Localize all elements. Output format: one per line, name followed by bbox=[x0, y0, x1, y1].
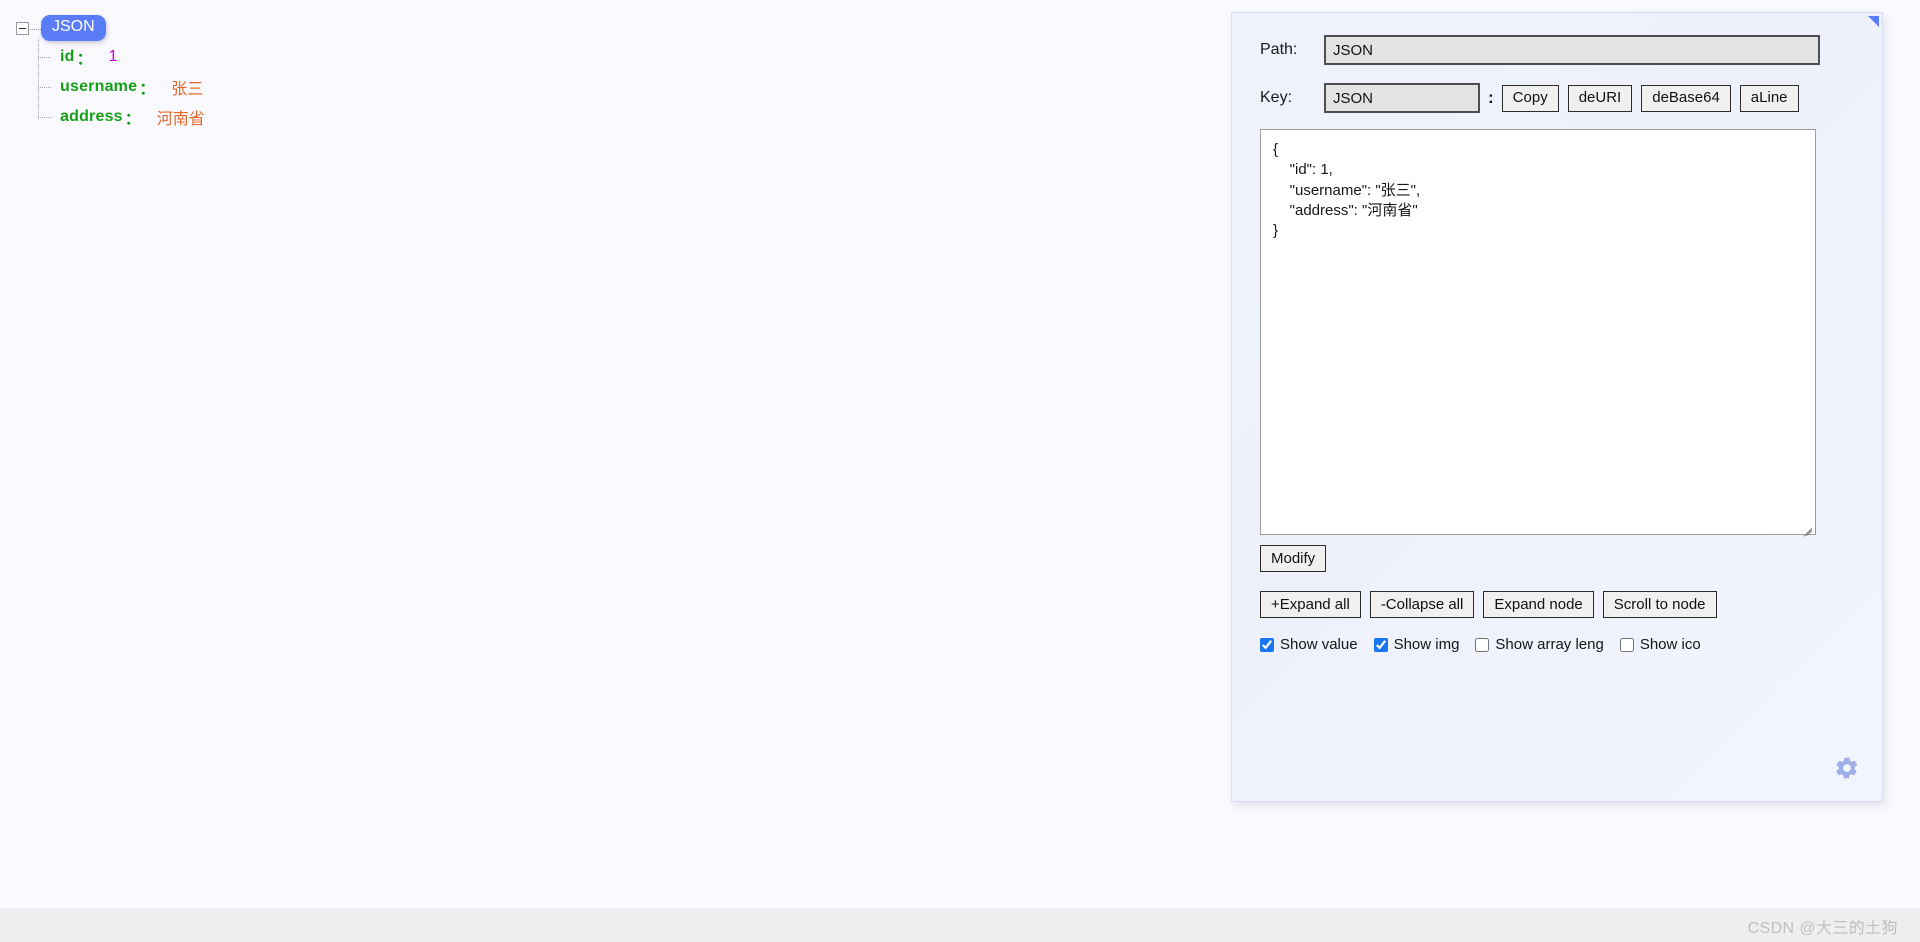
json-tree-value: 河南省 bbox=[156, 111, 205, 128]
json-tree-key: id bbox=[60, 48, 75, 65]
json-tree-root-row: JSON bbox=[16, 14, 900, 42]
key-row: Key: : Copy deURI deBase64 aLine bbox=[1260, 83, 1882, 113]
bottom-strip bbox=[0, 908, 1920, 942]
json-tree-value: 张三 bbox=[171, 81, 204, 98]
show-ico-checkbox-group[interactable]: Show ico bbox=[1619, 636, 1701, 653]
watermark: CSDN @大三的土狗 bbox=[1747, 920, 1898, 937]
minus-square-icon[interactable] bbox=[16, 21, 29, 35]
json-tree-node-username[interactable]: username ： 张三 bbox=[38, 72, 900, 102]
show-array-leng-label: Show array leng bbox=[1495, 636, 1604, 653]
show-value-checkbox-group[interactable]: Show value bbox=[1260, 636, 1358, 653]
key-label: Key: bbox=[1260, 89, 1293, 106]
tree-connector bbox=[30, 28, 41, 30]
show-img-checkbox[interactable] bbox=[1373, 637, 1388, 652]
show-ico-checkbox[interactable] bbox=[1619, 637, 1634, 652]
aline-button[interactable]: aLine bbox=[1739, 84, 1799, 112]
json-tree-key: address bbox=[60, 108, 123, 125]
modify-button[interactable]: Modify bbox=[1260, 545, 1327, 572]
gear-icon[interactable] bbox=[1834, 755, 1860, 781]
path-label: Path: bbox=[1260, 41, 1298, 58]
display-options-row: Show value Show img Show array leng Show… bbox=[1260, 636, 1882, 653]
show-array-leng-checkbox[interactable] bbox=[1475, 637, 1490, 652]
json-tree-colon: ： bbox=[139, 81, 156, 98]
json-tree-value: 1 bbox=[108, 48, 118, 65]
deuri-button[interactable]: deURI bbox=[1567, 84, 1633, 112]
json-tree-key: username bbox=[60, 78, 138, 95]
json-tool-panel: Path: Key: : Copy deURI deBase64 aLine {… bbox=[1231, 12, 1883, 802]
path-row: Path: bbox=[1260, 35, 1882, 65]
scroll-to-node-button[interactable]: Scroll to node bbox=[1602, 591, 1717, 618]
node-actions-row: +Expand all -Collapse all Expand node Sc… bbox=[1260, 591, 1882, 618]
show-ico-label: Show ico bbox=[1639, 636, 1701, 653]
json-tree-node-id[interactable]: id ： 1 bbox=[38, 42, 900, 72]
expand-all-button[interactable]: +Expand all bbox=[1260, 591, 1361, 618]
collapse-all-button[interactable]: -Collapse all bbox=[1369, 591, 1475, 618]
show-img-checkbox-group[interactable]: Show img bbox=[1373, 636, 1460, 653]
copy-button[interactable]: Copy bbox=[1501, 84, 1559, 112]
modify-row: Modify bbox=[1260, 545, 1882, 572]
show-value-label: Show value bbox=[1280, 636, 1358, 653]
path-input[interactable] bbox=[1324, 35, 1820, 65]
show-array-leng-checkbox-group[interactable]: Show array leng bbox=[1475, 636, 1604, 653]
key-colon-separator: : bbox=[1488, 88, 1494, 107]
show-value-checkbox[interactable] bbox=[1260, 637, 1274, 652]
json-tree-node-address[interactable]: address ： 河南省 bbox=[38, 102, 900, 132]
debase64-button[interactable]: deBase64 bbox=[1641, 84, 1731, 112]
show-img-label: Show img bbox=[1393, 636, 1460, 653]
json-tree-colon: ： bbox=[124, 111, 141, 128]
expand-node-button[interactable]: Expand node bbox=[1483, 591, 1594, 618]
json-editor-wrap: { "id": 1, "username": "张三", "address": … bbox=[1260, 129, 1816, 537]
json-tree: JSON id ： 1 username ： 张三 address ： 河南省 bbox=[0, 0, 900, 132]
key-input[interactable] bbox=[1324, 83, 1480, 113]
json-tree-root-badge[interactable]: JSON bbox=[41, 15, 106, 41]
json-tree-colon: ： bbox=[76, 51, 93, 68]
resize-corner-icon[interactable] bbox=[1868, 16, 1879, 27]
json-tree-children: id ： 1 username ： 张三 address ： 河南省 bbox=[38, 38, 900, 132]
json-editor-textarea[interactable]: { "id": 1, "username": "张三", "address": … bbox=[1260, 129, 1816, 535]
